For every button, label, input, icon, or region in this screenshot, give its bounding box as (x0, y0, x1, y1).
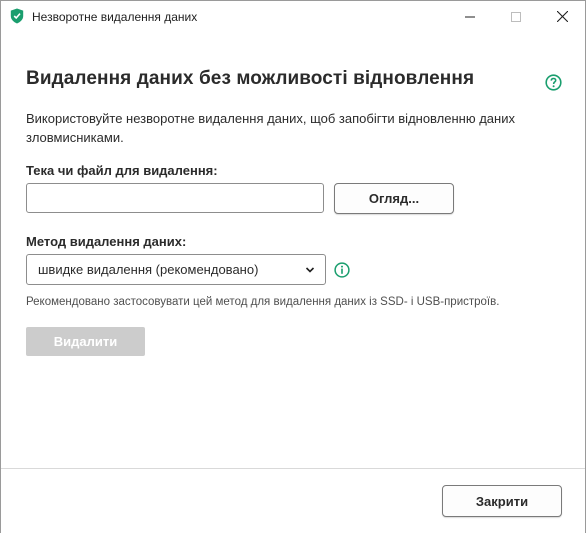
method-hint: Рекомендовано застосовувати цей метод дл… (26, 296, 500, 308)
info-icon[interactable] (334, 262, 350, 278)
close-window-button[interactable] (539, 1, 585, 32)
description-text: Використовуйте незворотне видалення дани… (26, 111, 515, 145)
method-selected-value: швидке видалення (рекомендовано) (38, 262, 259, 277)
kaspersky-shield-icon (10, 8, 24, 24)
method-label: Метод видалення даних: (26, 234, 187, 249)
close-button[interactable]: Закрити (442, 485, 562, 517)
title-bar[interactable]: Незворотне видалення даних (1, 1, 585, 32)
close-icon (556, 11, 568, 22)
page-title: Видалення даних без можливості відновлен… (26, 68, 475, 89)
help-icon[interactable] (545, 74, 562, 91)
minimize-icon (465, 16, 475, 17)
maximize-button[interactable] (493, 1, 539, 32)
method-select[interactable]: швидке видалення (рекомендовано) (26, 254, 326, 285)
folder-label: Тека чи файл для видалення: (26, 163, 218, 178)
window-title: Незворотне видалення даних (32, 10, 198, 24)
dialog-footer: Закрити (1, 468, 585, 533)
delete-button[interactable]: Видалити (26, 327, 145, 356)
dialog-window: Незворотне видалення даних Видалення дан… (0, 0, 586, 533)
minimize-button[interactable] (447, 1, 493, 32)
browse-button[interactable]: Огляд... (334, 183, 454, 214)
folder-path-input[interactable] (26, 183, 324, 213)
maximize-icon (511, 11, 521, 22)
chevron-down-icon (305, 267, 315, 273)
